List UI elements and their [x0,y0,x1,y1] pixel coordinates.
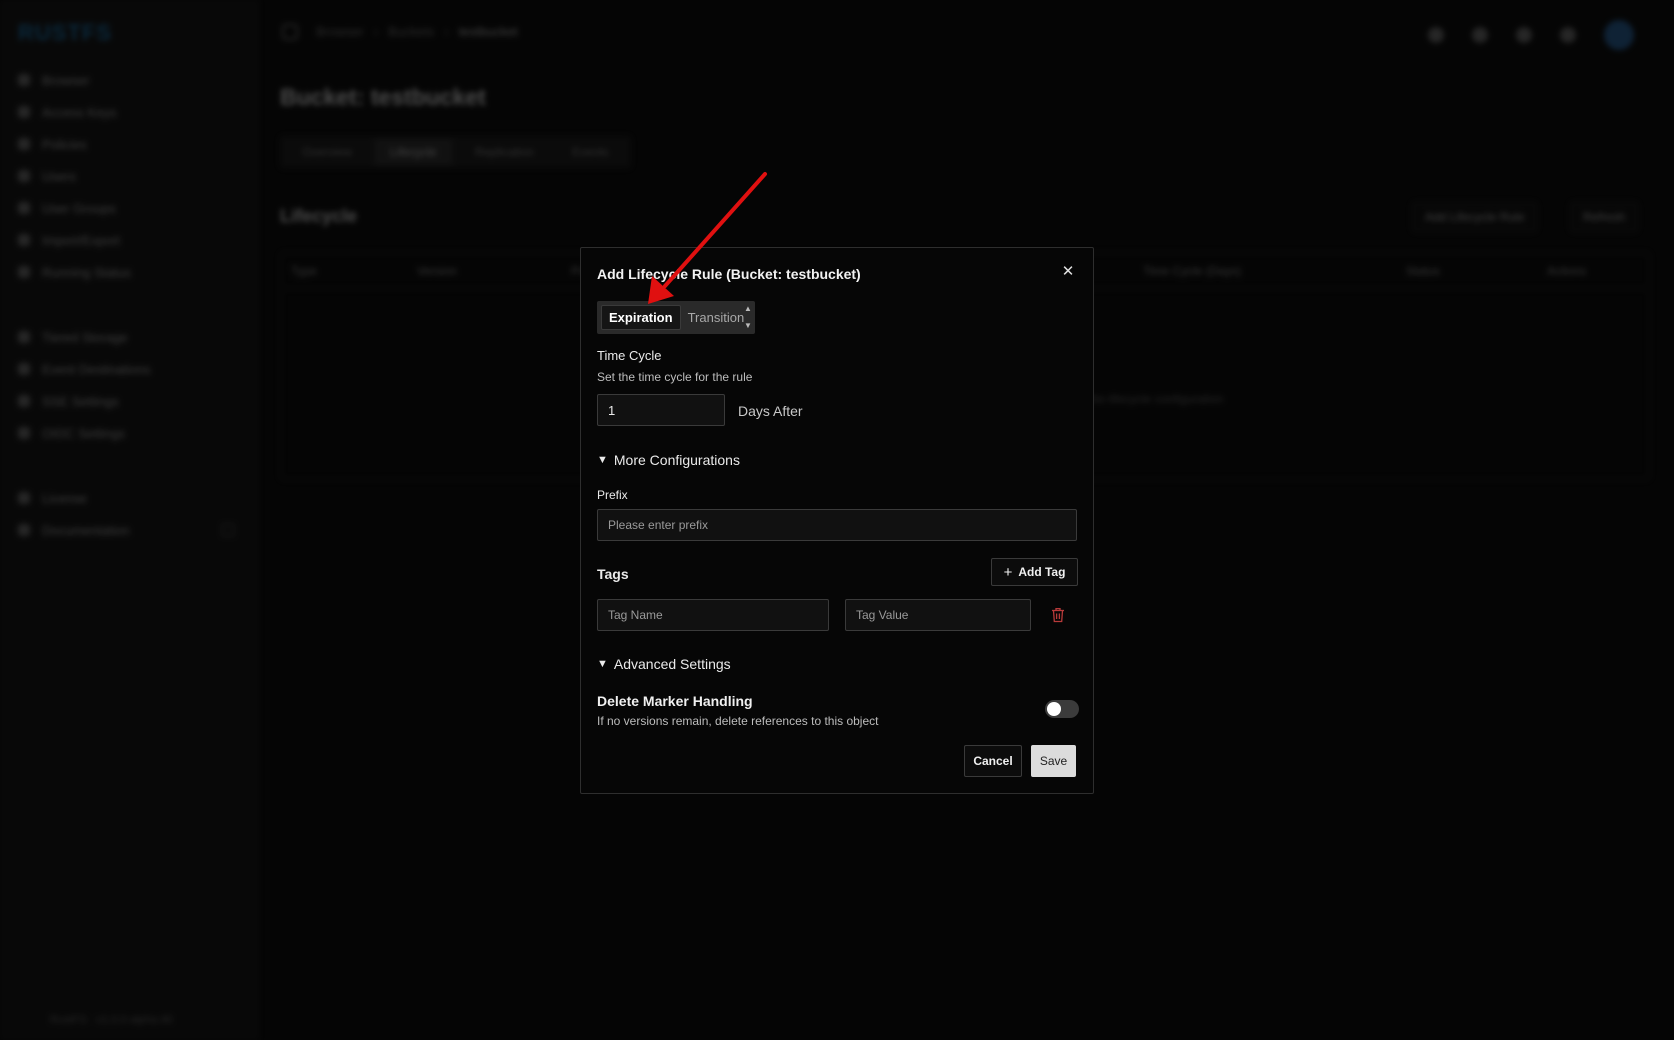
segment-scroll-arrows[interactable]: ▲ ▼ [743,304,753,331]
cancel-button[interactable]: Cancel [964,745,1022,777]
trash-icon[interactable] [1051,607,1065,623]
time-cycle-input[interactable] [597,394,725,426]
save-button[interactable]: Save [1031,745,1076,777]
prefix-input[interactable] [597,509,1077,541]
close-icon[interactable]: ✕ [1059,262,1077,280]
rule-type-selector: Expiration Transition ▲ ▼ [597,301,755,334]
segment-expiration[interactable]: Expiration [601,305,681,330]
add-lifecycle-rule-dialog: Add Lifecycle Rule (Bucket: testbucket) … [580,247,1094,794]
days-after-label: Days After [738,403,803,419]
advanced-settings-toggle[interactable]: ▼ Advanced Settings [597,656,731,672]
more-configurations-label: More Configurations [613,452,740,468]
dialog-title: Add Lifecycle Rule (Bucket: testbucket) [597,266,861,282]
plus-icon: + [1003,563,1013,581]
toggle-knob [1047,702,1061,716]
more-configurations-toggle[interactable]: ▼ More Configurations [597,452,740,468]
tag-name-input[interactable] [597,599,829,631]
delete-marker-toggle[interactable] [1045,700,1079,718]
tag-value-input[interactable] [845,599,1031,631]
caret-down-icon: ▼ [597,658,608,670]
segment-transition[interactable]: Transition [681,305,752,330]
caret-down-icon: ▼ [597,454,608,466]
time-cycle-help: Set the time cycle for the rule [597,370,753,384]
prefix-label: Prefix [597,488,628,502]
tags-title: Tags [597,566,629,582]
scroll-up-icon[interactable]: ▲ [744,304,752,314]
add-tag-label: Add Tag [1018,565,1066,579]
advanced-settings-label: Advanced Settings [613,656,731,672]
add-tag-button[interactable]: + Add Tag [991,558,1078,586]
delete-marker-title: Delete Marker Handling [597,693,753,709]
delete-marker-help: If no versions remain, delete references… [597,714,879,728]
scroll-down-icon[interactable]: ▼ [744,321,752,331]
time-cycle-label: Time Cycle [597,348,662,363]
